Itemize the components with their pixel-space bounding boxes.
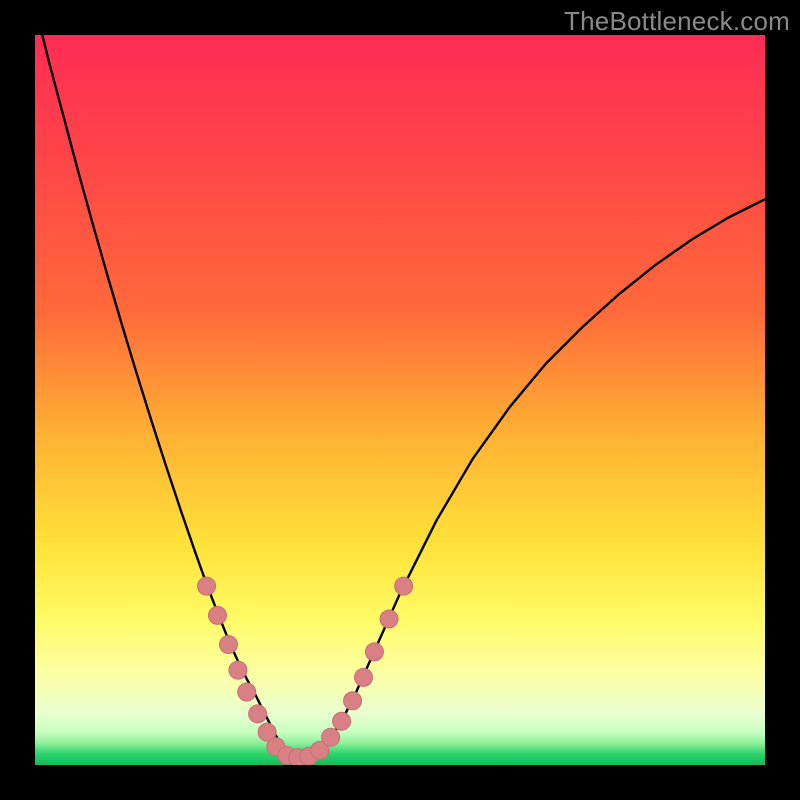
curve-marker <box>380 610 398 628</box>
curve-marker <box>395 577 413 595</box>
curve-marker <box>365 643 383 661</box>
curve-marker <box>333 712 351 730</box>
curve-marker <box>355 668 373 686</box>
curve-marker <box>209 606 227 624</box>
curve-marker <box>344 692 362 710</box>
plot-area <box>35 35 765 765</box>
chart-svg <box>35 35 765 765</box>
watermark-text: TheBottleneck.com <box>564 6 790 37</box>
curve-marker <box>322 728 340 746</box>
curve-marker <box>219 636 237 654</box>
chart-frame: TheBottleneck.com <box>0 0 800 800</box>
curve-marker <box>229 661 247 679</box>
curve-marker <box>249 705 267 723</box>
curve-marker <box>198 577 216 595</box>
curve-marker <box>238 683 256 701</box>
